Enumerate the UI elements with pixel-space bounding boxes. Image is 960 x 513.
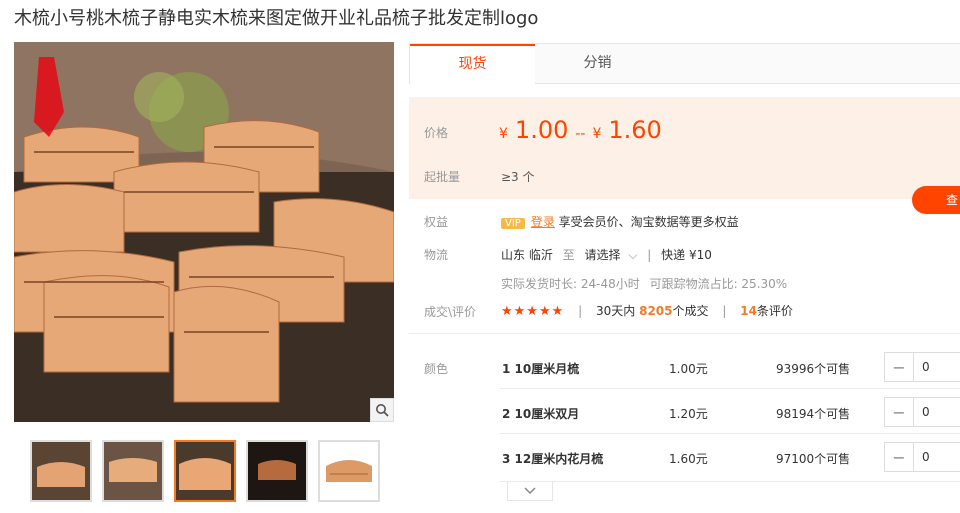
- logistics-label: 物流: [424, 248, 449, 262]
- decrease-button[interactable]: −: [885, 353, 914, 381]
- login-link[interactable]: 登录: [531, 215, 555, 229]
- price-max: 1.60: [608, 116, 662, 144]
- benefits-text: 享受会员价、淘宝数据等更多权益: [558, 215, 739, 229]
- expand-variants-button[interactable]: [507, 482, 553, 501]
- product-title: 木梳小号桃木梳子静电实木梳来图定做开业礼品梳子批发定制logo: [14, 8, 539, 29]
- moq-label: 起批量: [424, 170, 461, 184]
- divider-3: |: [722, 304, 727, 318]
- quantity-stepper: − 0: [884, 352, 960, 382]
- quantity-input[interactable]: 0: [914, 443, 960, 471]
- chevron-down-icon: ⌵: [628, 248, 638, 262]
- quantity-stepper: − 0: [884, 442, 960, 472]
- decrease-button[interactable]: −: [885, 443, 914, 471]
- currency-symbol-2: ¥: [592, 126, 602, 142]
- row-divider: [500, 481, 960, 482]
- price-min: 1.00: [514, 116, 569, 144]
- moq-value: ≥3 个: [501, 170, 535, 184]
- price-dash: --: [575, 126, 586, 142]
- offer-tabs: 现货 分销: [409, 43, 960, 84]
- thumbnail-1[interactable]: [30, 440, 92, 502]
- variant-row: 2 10厘米双月 1.20元 98194个可售 − 0: [409, 393, 960, 433]
- section-divider: [409, 333, 960, 334]
- comb-photo: [14, 42, 394, 422]
- divider-2: |: [578, 304, 583, 318]
- variant-name: 3 12厘米内花月梳: [502, 452, 604, 466]
- row-divider: [500, 433, 960, 434]
- reviews-label: 成交\评价: [424, 305, 477, 319]
- benefits-label: 权益: [424, 215, 449, 229]
- row-divider: [500, 388, 960, 389]
- thumbnail-3[interactable]: [174, 440, 236, 502]
- to-text: 至: [562, 248, 575, 262]
- main-product-image: [14, 42, 394, 422]
- zoom-icon[interactable]: [370, 398, 394, 422]
- benefits-row: VIP 登录 享受会员价、淘宝数据等更多权益: [501, 213, 739, 230]
- variant-stock: 98194个可售: [776, 407, 851, 421]
- variant-row: 1 10厘米月梳 1.00元 93996个可售 − 0: [409, 348, 960, 388]
- variant-stock: 97100个可售: [776, 452, 851, 466]
- price-panel: [409, 97, 960, 199]
- logistics-row: 山东 临沂 至 请选择 ⌵ | 快递 ¥10: [501, 246, 712, 263]
- price-range: ¥ 1.00 -- ¥ 1.60: [499, 116, 662, 144]
- deals-prefix: 30天内: [595, 304, 636, 318]
- reviews-row: ★★★★★ | 30天内 8205个成交 | 14条评价: [501, 302, 793, 319]
- chevron-down-icon: [524, 487, 536, 495]
- destination-select-label: 请选择: [584, 248, 621, 262]
- currency-symbol: ¥: [499, 126, 508, 142]
- tab-distribution[interactable]: 分销: [535, 44, 660, 83]
- review-count[interactable]: 14: [740, 304, 757, 318]
- ship-time: 实际发货时长: 24-48小时: [501, 277, 640, 291]
- deals-count[interactable]: 8205: [639, 304, 672, 318]
- variant-name: 1 10厘米月梳: [502, 362, 580, 376]
- origin: 山东 临沂: [501, 248, 553, 262]
- price-label: 价格: [424, 126, 449, 140]
- divider: |: [647, 248, 652, 262]
- variant-name: 2 10厘米双月: [502, 407, 580, 421]
- shipping-stats: 实际发货时长: 24-48小时 可跟踪物流占比: 25.30%: [501, 275, 787, 292]
- thumbnail-2[interactable]: [102, 440, 164, 502]
- variant-price: 1.20元: [669, 407, 708, 421]
- variant-price: 1.00元: [669, 362, 708, 376]
- quantity-input[interactable]: 0: [914, 353, 960, 381]
- deals-suffix: 个成交: [672, 304, 709, 318]
- check-stock-button[interactable]: 查: [912, 186, 960, 214]
- express-fee: 快递 ¥10: [661, 248, 712, 262]
- rating-stars: ★★★★★: [501, 304, 565, 319]
- decrease-button[interactable]: −: [885, 398, 914, 426]
- variant-stock: 93996个可售: [776, 362, 851, 376]
- vip-badge: VIP: [501, 218, 525, 229]
- quantity-input[interactable]: 0: [914, 398, 960, 426]
- thumbnail-5[interactable]: [318, 440, 380, 502]
- thumbnail-strip: [30, 440, 380, 502]
- variant-price: 1.60元: [669, 452, 708, 466]
- quantity-stepper: − 0: [884, 397, 960, 427]
- thumbnail-4[interactable]: [246, 440, 308, 502]
- track-rate: 可跟踪物流占比: 25.30%: [649, 277, 788, 291]
- destination-select[interactable]: 请选择 ⌵: [585, 248, 638, 262]
- tab-spot[interactable]: 现货: [410, 44, 535, 84]
- review-suffix: 条评价: [756, 304, 793, 318]
- variant-row: 3 12厘米内花月梳 1.60元 97100个可售 − 0: [409, 438, 960, 478]
